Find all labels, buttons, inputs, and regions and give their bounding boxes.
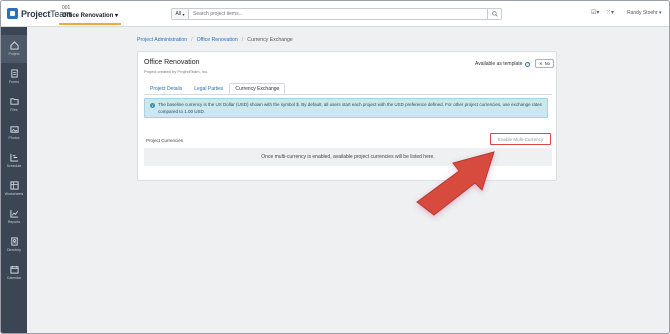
- template-toggle[interactable]: ✕ No: [535, 59, 554, 68]
- project-name: Office Renovation: [62, 13, 114, 19]
- search-button[interactable]: [487, 9, 501, 19]
- toggle-label: No: [544, 61, 550, 66]
- sidebar: Project Forms Files Photos Schedule Work…: [1, 27, 27, 333]
- folder-icon: [9, 98, 19, 105]
- schedule-icon: [9, 153, 18, 162]
- sidebar-item-worksheets[interactable]: Worksheets: [1, 175, 27, 203]
- chevron-down-icon: ▾: [182, 11, 185, 17]
- app-window: ProjectTeam 001 Office Renovation ▾ All …: [0, 0, 670, 334]
- info-icon: i: [150, 103, 155, 108]
- tab-bar: Project Details Legal Parties Currency E…: [144, 83, 286, 94]
- worksheet-icon: [9, 181, 19, 190]
- home-icon: [9, 41, 19, 50]
- calendar-icon: [9, 265, 19, 274]
- chevron-down-icon: ▾: [658, 10, 662, 16]
- breadcrumb-project-administration[interactable]: Project Administration: [137, 37, 187, 43]
- sidebar-item-label: Worksheets: [4, 192, 24, 196]
- top-bar: ProjectTeam 001 Office Renovation ▾ All …: [1, 1, 669, 27]
- help-icon[interactable]: ?: [525, 61, 531, 67]
- logo-text-bold: Project: [21, 8, 51, 19]
- tasks-icon[interactable]: ☑▾: [591, 10, 600, 17]
- photo-icon: [9, 126, 19, 133]
- template-label: Available as template: [475, 61, 523, 67]
- directory-icon: [10, 237, 18, 246]
- tab-currency-exchange[interactable]: Currency Exchange: [229, 83, 286, 94]
- sidebar-item-label: Files: [10, 108, 18, 112]
- tab-divider: [144, 94, 552, 95]
- report-icon: [9, 209, 18, 218]
- tab-legal-parties[interactable]: Legal Parties: [188, 83, 229, 94]
- search-scope-label: All: [175, 11, 182, 17]
- tab-project-details[interactable]: Project Details: [144, 83, 188, 94]
- sidebar-item-project[interactable]: Project: [1, 35, 27, 63]
- enable-multi-currency-button[interactable]: Enable Multi-Currency: [490, 133, 551, 145]
- sidebar-item-calendar[interactable]: Calendar: [1, 259, 27, 287]
- apps-icon[interactable]: ⁙▾: [606, 10, 615, 17]
- project-currencies-label: Project Currencies: [146, 138, 184, 143]
- sidebar-item-forms[interactable]: Forms: [1, 63, 27, 91]
- logo-icon: [7, 8, 18, 19]
- sidebar-item-files[interactable]: Files: [1, 91, 27, 119]
- page-title: Office Renovation: [144, 59, 200, 66]
- breadcrumb-separator: /: [191, 37, 193, 43]
- sidebar-item-label: Photos: [8, 136, 20, 140]
- project-subtitle: Project created by ProjectTeam, Inc.: [144, 69, 209, 74]
- sidebar-item-label: Schedule: [6, 164, 22, 168]
- project-number: 001: [62, 5, 71, 11]
- sidebar-item-label: Calendar: [6, 276, 22, 280]
- sidebar-item-label: Project: [8, 52, 20, 56]
- breadcrumb-office-renovation[interactable]: Office Renovation: [197, 37, 238, 43]
- user-menu[interactable]: Randy Stoehr ▾: [627, 10, 661, 16]
- form-icon: [10, 69, 18, 78]
- breadcrumb-separator: /: [241, 37, 244, 43]
- sidebar-item-label: Directory: [6, 248, 21, 252]
- sidebar-item-reports[interactable]: Reports: [1, 203, 27, 231]
- sidebar-item-directory[interactable]: Directory: [1, 231, 27, 259]
- sidebar-item-label: Forms: [9, 80, 19, 84]
- currencies-empty-state: Once multi-currency is enabled, availabl…: [144, 148, 552, 166]
- info-text: The baseline currency is the US Dollar (…: [158, 102, 542, 114]
- sidebar-item-schedule[interactable]: Schedule: [1, 147, 27, 175]
- search-input[interactable]: [189, 11, 487, 17]
- info-banner: i The baseline currency is the US Dollar…: [144, 98, 548, 118]
- breadcrumb-current: Currency Exchange: [247, 37, 293, 43]
- sidebar-item-label: Reports: [7, 220, 21, 224]
- project-switcher[interactable]: 001 Office Renovation ▾: [59, 4, 122, 25]
- search-bar: All ▾: [171, 8, 502, 20]
- search-icon: [491, 11, 498, 17]
- top-icons: ☑▾ ⁙▾: [591, 10, 615, 17]
- user-name: Randy Stoehr: [627, 10, 658, 16]
- chevron-down-icon: ▾: [115, 13, 119, 19]
- breadcrumb: Project Administration / Office Renovati…: [137, 37, 293, 43]
- template-option: Available as template ?: [475, 61, 531, 67]
- sidebar-item-photos[interactable]: Photos: [1, 119, 27, 147]
- search-scope-select[interactable]: All ▾: [172, 9, 189, 19]
- project-card: Office Renovation Project created by Pro…: [137, 51, 557, 181]
- close-icon: ✕: [539, 61, 543, 66]
